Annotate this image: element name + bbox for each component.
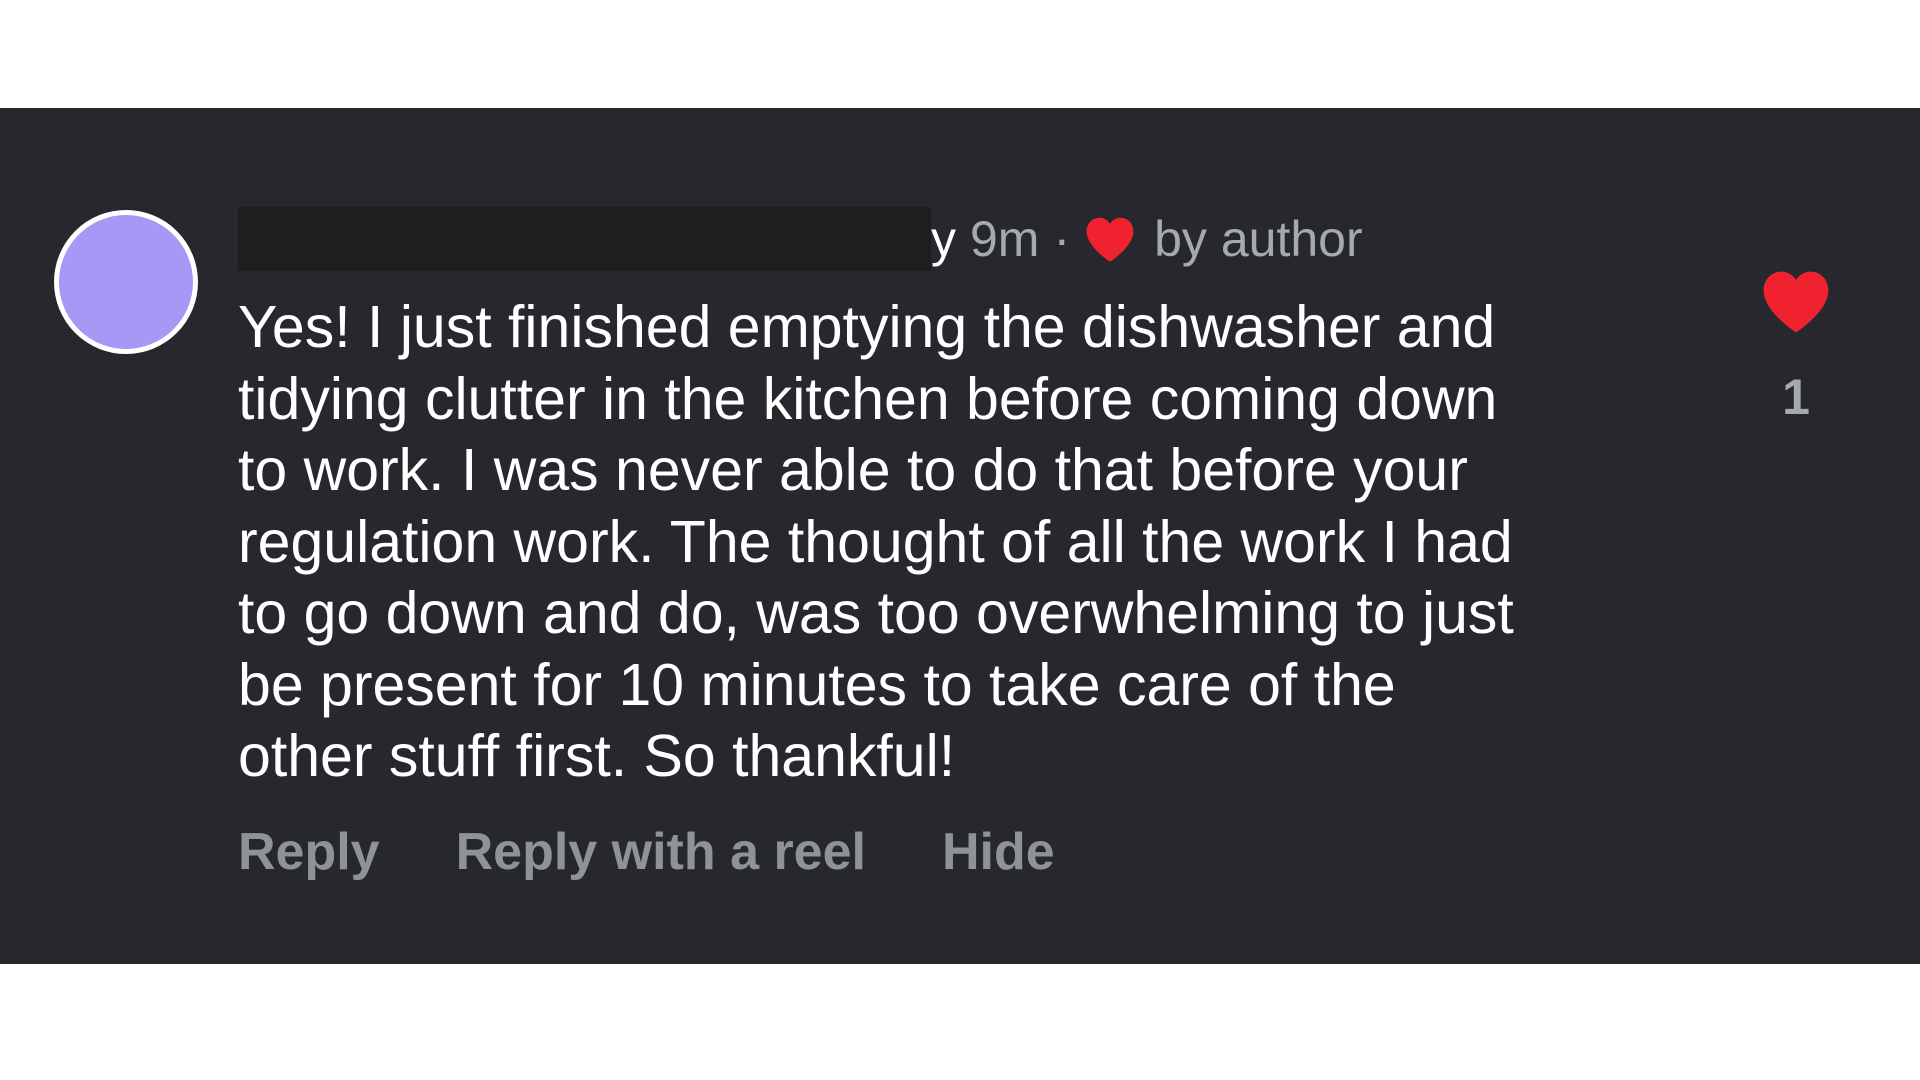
redacted-username (238, 207, 931, 271)
heart-icon[interactable] (1760, 268, 1832, 334)
comment-text: Yes! I just finished emptying the dishwa… (238, 294, 1514, 789)
meta-separator: · (1053, 211, 1071, 267)
comment-actions: Reply Reply with a reel Hide (238, 822, 1131, 882)
comment-panel: y 9m · by author Yes! I just finished em… (0, 108, 1920, 964)
reply-with-reel-button[interactable]: Reply with a reel (456, 822, 866, 882)
timestamp: 9m (970, 211, 1040, 267)
heart-icon (1086, 217, 1134, 262)
reply-button[interactable]: Reply (238, 822, 380, 882)
like-control[interactable]: 1 (1758, 268, 1834, 426)
like-count: 1 (1782, 369, 1810, 425)
username-tail[interactable]: y (931, 210, 956, 268)
hide-button[interactable]: Hide (942, 822, 1055, 882)
liked-by-author-label: by author (1154, 211, 1363, 267)
comment-meta: y 9m · by author (238, 204, 1363, 274)
avatar[interactable] (54, 210, 198, 354)
